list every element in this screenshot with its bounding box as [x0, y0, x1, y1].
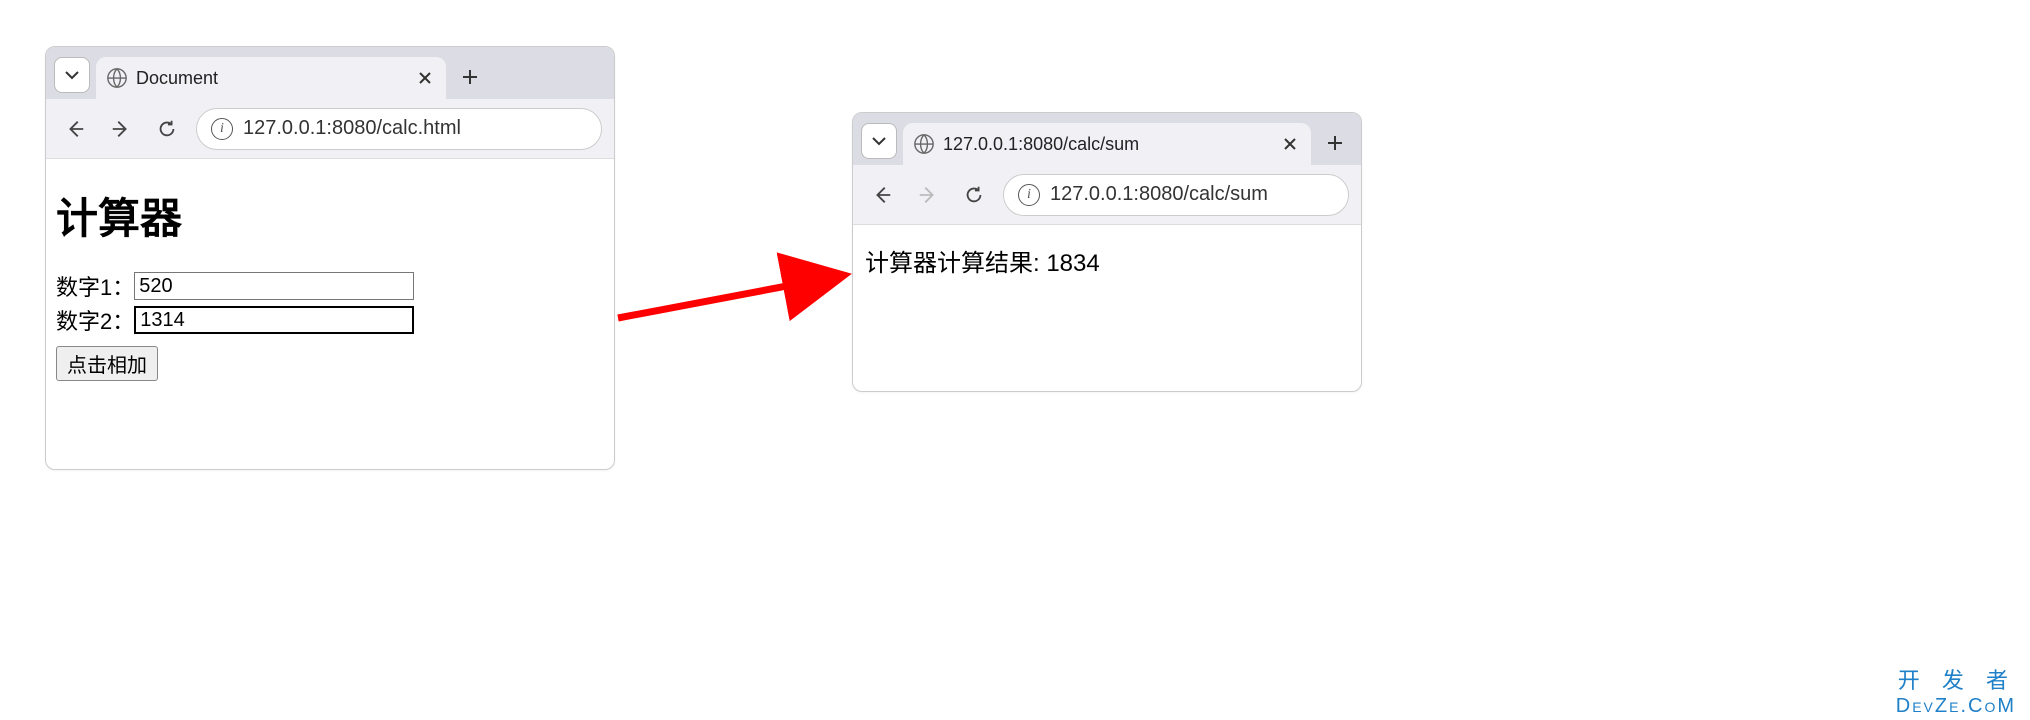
page-title: 计算器	[56, 185, 604, 246]
label-num2: 数字2：	[56, 304, 134, 336]
address-text: 127.0.0.1:8080/calc.html	[243, 117, 461, 140]
browser-toolbar: i 127.0.0.1:8080/calc.html	[46, 99, 614, 159]
reload-icon	[156, 118, 178, 140]
browser-tab[interactable]: Document	[96, 57, 446, 99]
forward-button	[911, 178, 945, 212]
forward-button[interactable]	[104, 112, 138, 146]
page-content: 计算器计算结果: 1834	[853, 225, 1361, 296]
address-bar[interactable]: i 127.0.0.1:8080/calc.html	[196, 108, 602, 150]
arrow-right-icon	[917, 184, 939, 206]
tab-title: 127.0.0.1:8080/calc/sum	[943, 134, 1271, 155]
watermark-line2: DevZe.CoM	[1896, 694, 2016, 718]
tab-bar: Document	[46, 47, 614, 99]
site-info-icon[interactable]: i	[211, 118, 233, 140]
tab-dropdown-button[interactable]	[861, 123, 897, 159]
plus-icon	[1326, 134, 1344, 152]
browser-window-result: 127.0.0.1:8080/calc/sum i 127.0.0.1:8080…	[852, 112, 1362, 392]
browser-window-calculator: Document i 127.0.0.1:8080/calc.html 计算器 …	[45, 46, 615, 470]
browser-tab[interactable]: 127.0.0.1:8080/calc/sum	[903, 123, 1311, 165]
chevron-down-icon	[871, 133, 887, 149]
new-tab-button[interactable]	[452, 59, 488, 95]
close-tab-button[interactable]	[1279, 137, 1301, 151]
arrow-left-icon	[871, 184, 893, 206]
label-num1: 数字1：	[56, 270, 134, 302]
tab-title: Document	[136, 68, 406, 89]
reload-icon	[963, 184, 985, 206]
arrow-icon	[610, 250, 870, 330]
tab-dropdown-button[interactable]	[54, 57, 90, 93]
back-button[interactable]	[865, 178, 899, 212]
site-info-icon[interactable]: i	[1018, 184, 1040, 206]
address-bar[interactable]: i 127.0.0.1:8080/calc/sum	[1003, 174, 1349, 216]
input-num2[interactable]	[134, 306, 414, 334]
close-icon	[1283, 137, 1297, 151]
arrow-left-icon	[64, 118, 86, 140]
globe-icon	[106, 67, 128, 89]
page-content: 计算器 数字1： 数字2： 点击相加	[46, 159, 614, 395]
watermark-line1: 开 发 者	[1896, 668, 2016, 694]
tab-bar: 127.0.0.1:8080/calc/sum	[853, 113, 1361, 165]
globe-icon	[913, 133, 935, 155]
back-button[interactable]	[58, 112, 92, 146]
form-row-num1: 数字1：	[56, 270, 604, 302]
submit-button[interactable]: 点击相加	[56, 346, 158, 381]
reload-button[interactable]	[150, 112, 184, 146]
result-text: 计算器计算结果: 1834	[863, 239, 1351, 282]
form-row-num2: 数字2：	[56, 304, 604, 336]
reload-button[interactable]	[957, 178, 991, 212]
input-num1[interactable]	[134, 272, 414, 300]
new-tab-button[interactable]	[1317, 125, 1353, 161]
browser-toolbar: i 127.0.0.1:8080/calc/sum	[853, 165, 1361, 225]
plus-icon	[461, 68, 479, 86]
close-icon	[418, 71, 432, 85]
close-tab-button[interactable]	[414, 71, 436, 85]
arrow-right-icon	[110, 118, 132, 140]
watermark: 开 发 者 DevZe.CoM	[1896, 668, 2016, 718]
chevron-down-icon	[64, 67, 80, 83]
address-text: 127.0.0.1:8080/calc/sum	[1050, 183, 1268, 206]
